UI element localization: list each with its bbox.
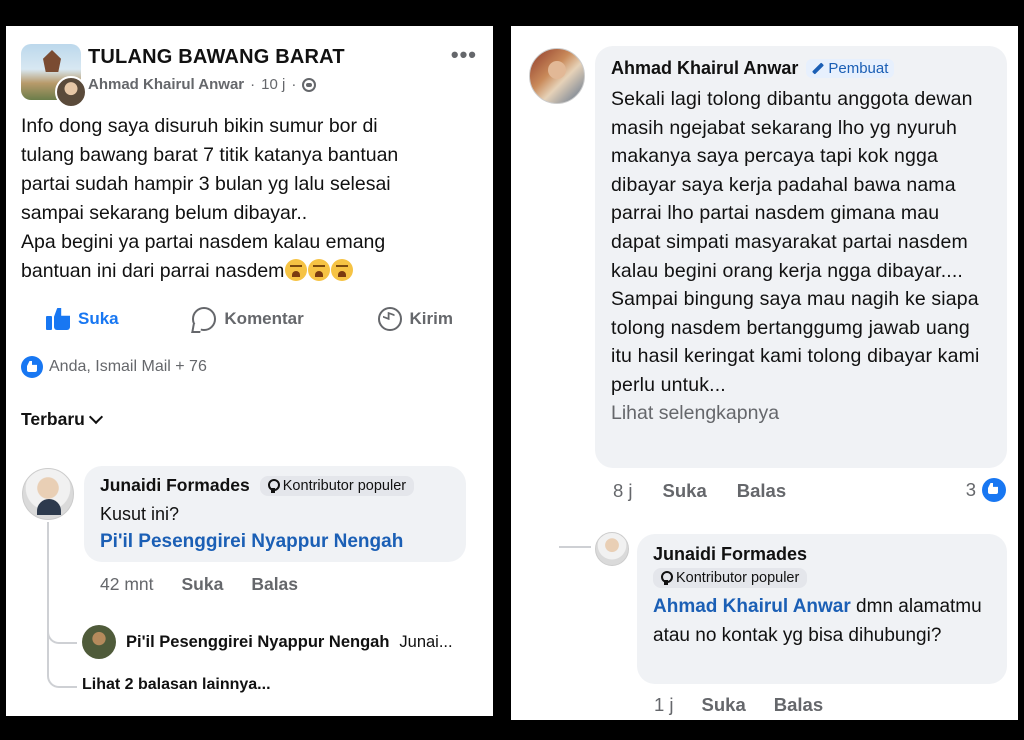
comment-reply-button[interactable]: Balas — [774, 694, 823, 716]
comment-bubble: Junaidi Formades Kontributor populer Ahm… — [637, 534, 1007, 684]
thread-connector — [47, 640, 77, 688]
post-text: Info dong saya disuruh bikin sumur bor d… — [21, 115, 399, 282]
commenter-name[interactable]: Junaidi Formades — [100, 475, 250, 496]
reply-author[interactable]: Pi'il Pesenggirei Nyappur Nengah — [126, 633, 389, 652]
commenter-name[interactable]: Junaidi Formades — [653, 544, 991, 565]
comment-like-button[interactable]: Suka — [702, 694, 746, 716]
crying-emoji — [285, 259, 308, 281]
more-replies-link[interactable]: Lihat 2 balasan lainnya... — [82, 676, 271, 694]
commenter-avatar[interactable] — [595, 532, 629, 566]
reaction-like-icon — [21, 356, 43, 378]
creator-badge: Pembuat — [806, 59, 895, 78]
post-body: Info dong saya disuruh bikin sumur bor d… — [21, 112, 481, 286]
like-count-value: 3 — [965, 479, 976, 500]
chevron-down-icon — [88, 409, 103, 425]
more-icon[interactable]: ••• — [451, 42, 477, 68]
globe-icon — [302, 77, 317, 92]
reply-preview[interactable]: Pi'il Pesenggirei Nyappur Nengah Junai..… — [82, 625, 453, 659]
comment-button[interactable]: Komentar — [192, 302, 304, 336]
reply-avatar[interactable] — [82, 625, 116, 659]
see-more-link[interactable]: Lihat selengkapnya — [611, 402, 991, 425]
commenter-avatar[interactable] — [22, 468, 74, 520]
comment-text: Sekali lagi tolong dibantu anggota dewan… — [611, 88, 980, 396]
meta-dot: · — [250, 76, 256, 93]
creator-badge-label: Pembuat — [828, 60, 889, 77]
like-icon — [46, 308, 70, 330]
post-author[interactable]: Ahmad Khairul Anwar — [88, 76, 244, 93]
commenter-name[interactable]: Ahmad Khairul Anwar — [611, 58, 798, 79]
comment-text: Kusut ini? — [100, 504, 180, 524]
thread-connector — [559, 522, 591, 548]
meta-dot: · — [291, 76, 297, 93]
crying-emoji — [331, 259, 354, 281]
page-avatar[interactable] — [21, 44, 87, 108]
reactions-summary[interactable]: Anda, Ismail Mail + 76 — [21, 356, 207, 378]
commenter-avatar[interactable] — [529, 48, 585, 104]
send-button[interactable]: Kirim — [377, 302, 453, 336]
sort-label: Terbaru — [21, 409, 85, 429]
send-icon — [377, 307, 402, 331]
comment-time: 8 j — [613, 480, 633, 501]
top-contributor-badge: Kontributor populer — [653, 568, 808, 588]
mention-link[interactable]: Pi'il Pesenggirei Nyappur Nengah — [100, 528, 450, 556]
comment-like-button[interactable]: Suka — [182, 574, 224, 595]
author-avatar[interactable] — [55, 76, 87, 108]
pencil-icon — [812, 63, 824, 75]
post-time[interactable]: 10 j — [261, 76, 285, 93]
badge-label: Kontributor populer — [282, 477, 407, 494]
comment-time: 42 mnt — [100, 574, 154, 594]
badge-label: Kontributor populer — [676, 570, 800, 586]
left-screenshot-panel: TULANG BAWANG BARAT Ahmad Khairul Anwar … — [6, 26, 493, 716]
comment-bubble: Junaidi Formades Kontributor populer Kus… — [84, 466, 466, 562]
comment-like-count[interactable]: 3 — [966, 478, 1006, 502]
comment-actions: 8 j Suka Balas — [613, 480, 786, 502]
top-contributor-badge: Kontributor populer — [259, 475, 415, 496]
badge-icon — [267, 478, 280, 493]
comment-reply-button[interactable]: Balas — [251, 574, 298, 595]
tower-image — [43, 50, 61, 72]
comment-text: Ahmad Khairul Anwar dmn alamatmu atau no… — [653, 592, 991, 650]
send-label: Kirim — [409, 309, 453, 328]
comment-time: 1 j — [654, 694, 674, 715]
post-action-bar: Suka Komentar Kirim — [6, 302, 493, 336]
comment-like-button[interactable]: Suka — [663, 480, 707, 502]
right-screenshot-panel: Ahmad Khairul Anwar Pembuat Sekali lagi … — [511, 26, 1018, 720]
comment-actions: 1 j Suka Balas — [654, 694, 823, 716]
comment-reply-button[interactable]: Balas — [737, 480, 786, 502]
comment-bubble: Ahmad Khairul Anwar Pembuat Sekali lagi … — [595, 46, 1007, 468]
like-label: Suka — [78, 309, 119, 328]
reactions-text: Anda, Ismail Mail + 76 — [49, 358, 207, 375]
comment-label: Komentar — [224, 309, 304, 328]
mention-link[interactable]: Ahmad Khairul Anwar — [653, 596, 851, 617]
comment-actions: 42 mnt Suka Balas — [100, 574, 298, 595]
badge-icon — [661, 571, 673, 585]
reply-snippet: Junai... — [399, 632, 453, 651]
like-button[interactable]: Suka — [46, 302, 119, 336]
post-meta: Ahmad Khairul Anwar · 10 j · — [88, 76, 317, 93]
crying-emoji — [308, 259, 331, 281]
comment-sort-toggle[interactable]: Terbaru — [21, 409, 103, 430]
reaction-like-icon — [982, 478, 1006, 502]
comment-icon — [192, 307, 217, 331]
page-title[interactable]: TULANG BAWANG BARAT — [88, 46, 345, 69]
